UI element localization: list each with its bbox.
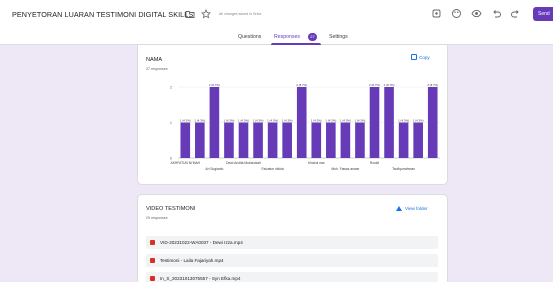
folder-icon[interactable] bbox=[185, 9, 195, 19]
data-label: 1 (4.3%) bbox=[311, 118, 322, 122]
y-tick-label: 1 bbox=[170, 121, 172, 125]
file-row[interactable]: VID-20231022-WA0037 - Dewi Izza.mp4 bbox=[146, 236, 438, 249]
x-tick-label: Muh. Fawaz anwar bbox=[331, 167, 360, 171]
star-icon[interactable] bbox=[201, 9, 211, 19]
file-name: VID-20231022-WA0037 - Dewi Izza.mp4 bbox=[160, 239, 243, 245]
data-label: 1 (4.3%) bbox=[413, 118, 424, 122]
chart-bar bbox=[180, 122, 191, 158]
chart-bar bbox=[398, 122, 409, 158]
x-tick-label: AKHFATUN NI'MAH bbox=[171, 161, 201, 165]
responses-count-badge: 27 bbox=[308, 33, 317, 41]
data-label: 2 (8.7%) bbox=[369, 83, 380, 87]
chart-bar bbox=[253, 122, 263, 158]
view-folder-label: View folder bbox=[405, 206, 428, 211]
palette-icon[interactable] bbox=[451, 8, 462, 19]
question-card-nama: NAMA 27 responses Copy 0121 (4.3%) 1 (4.3… bbox=[137, 45, 448, 185]
chart-bar bbox=[195, 122, 205, 158]
data-label: 1 (4.3%) bbox=[238, 118, 249, 122]
data-label: 1 (4.3%) bbox=[340, 118, 351, 122]
y-tick-label: 0 bbox=[170, 156, 172, 160]
file-row[interactable]: Testimoni - Laila Fajariyah.mp4 bbox=[146, 254, 438, 267]
form-title[interactable]: PENYETORAN LUARAN TESTIMONI DIGITAL SKIL… bbox=[12, 10, 193, 19]
customize-theme-icon[interactable] bbox=[431, 8, 442, 19]
y-tick-label: 2 bbox=[170, 85, 172, 89]
send-button[interactable]: Send bbox=[533, 7, 553, 21]
video-file-icon bbox=[150, 240, 155, 245]
x-tick-label: Khairul nas bbox=[308, 161, 325, 165]
data-label: 1 (4.3%) bbox=[253, 118, 264, 122]
chart-bar bbox=[238, 122, 249, 158]
x-tick-label: Ari Sugianto bbox=[205, 167, 223, 171]
redo-icon[interactable] bbox=[510, 8, 521, 19]
x-tick-label: Rosidi bbox=[370, 161, 379, 165]
question-title: VIDEO TESTIMONI bbox=[146, 206, 196, 212]
chart-bar bbox=[384, 87, 394, 158]
file-row[interactable]: In_S_20231013075557 - Syn Efka.mp4 bbox=[146, 272, 438, 282]
chart-bar bbox=[413, 122, 423, 158]
drive-icon bbox=[396, 206, 402, 211]
chart-bar bbox=[340, 122, 351, 158]
x-tick-label: Dewi Andita Mubarokah bbox=[226, 161, 261, 165]
tab-questions[interactable]: Questions bbox=[238, 34, 261, 40]
chart-bar bbox=[369, 87, 380, 158]
undo-icon[interactable] bbox=[491, 8, 502, 19]
chart-bar bbox=[224, 122, 234, 158]
data-label: 2 (8.7%) bbox=[296, 83, 307, 87]
bar-chart: 0121 (4.3%) 1 (4.3%)2 (8.7%)1 (4.3%) 1 (4.… bbox=[170, 83, 440, 171]
data-label: 1 (4.3%) bbox=[194, 118, 205, 122]
file-name: Testimoni - Laila Fajariyah.mp4 bbox=[160, 257, 224, 263]
top-bar: PENYETORAN LUARAN TESTIMONI DIGITAL SKIL… bbox=[0, 0, 553, 28]
data-label: 1 (4.3%) bbox=[398, 118, 409, 122]
data-label: 2 (8.7%) bbox=[384, 83, 395, 87]
preview-icon[interactable] bbox=[471, 8, 482, 19]
chart-bar bbox=[326, 122, 336, 158]
tab-responses[interactable]: Responses bbox=[274, 34, 300, 40]
data-label: 2 (8.7%) bbox=[427, 83, 438, 87]
chart-bar bbox=[427, 87, 438, 158]
tab-settings[interactable]: Settings bbox=[329, 34, 348, 40]
chart-bar bbox=[209, 87, 220, 158]
data-label: 1 (4.3%) bbox=[180, 118, 191, 122]
view-folder-button[interactable]: View folder bbox=[396, 206, 428, 211]
chart-bar bbox=[311, 122, 322, 158]
x-tick-label: Taufiqurrahman bbox=[392, 167, 415, 171]
video-file-icon bbox=[150, 276, 155, 281]
chart-bar bbox=[282, 122, 292, 158]
chart-bar bbox=[267, 122, 278, 158]
save-status: All changes saved in Drive bbox=[219, 12, 262, 16]
data-label: 1 (4.3%) bbox=[223, 118, 234, 122]
chart-bar bbox=[296, 87, 307, 158]
data-label: 1 (4.3%) bbox=[282, 118, 293, 122]
x-tick-label: Faizatun nikida bbox=[262, 167, 284, 171]
file-name: In_S_20231013075557 - Syn Efka.mp4 bbox=[160, 275, 241, 281]
response-count: 29 responses bbox=[146, 216, 168, 220]
data-label: 1 (4.3%) bbox=[354, 118, 365, 122]
data-label: 2 (8.7%) bbox=[209, 83, 220, 87]
video-file-icon bbox=[150, 258, 155, 263]
chart-bar bbox=[355, 122, 365, 158]
data-label: 1 (4.3%) bbox=[267, 118, 278, 122]
data-label: 1 (4.3%) bbox=[325, 118, 336, 122]
